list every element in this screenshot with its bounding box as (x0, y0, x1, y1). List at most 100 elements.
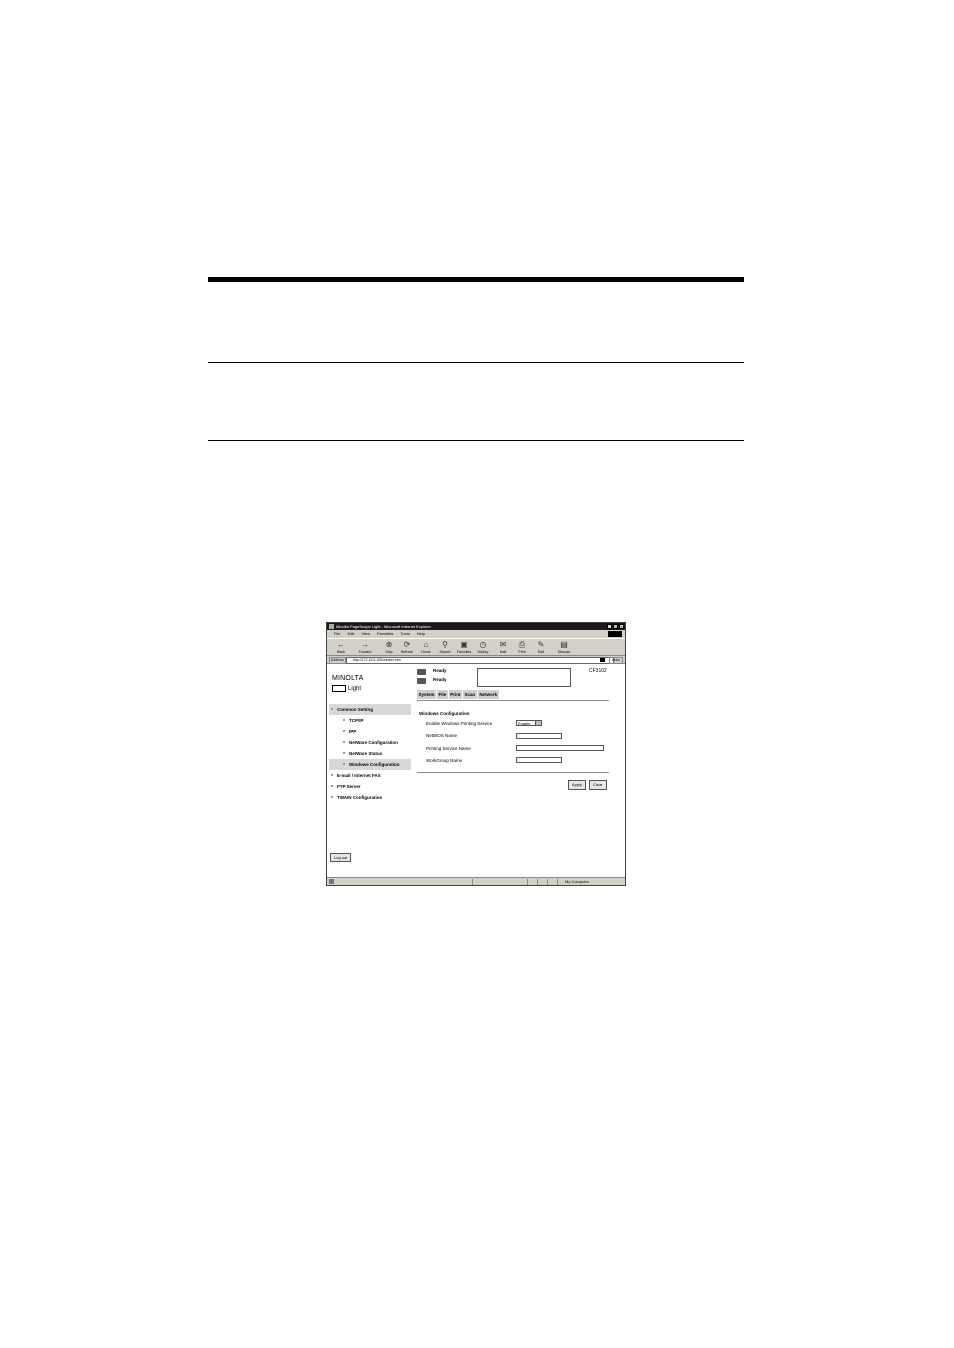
window-title: Minolta PageScope Light - Microsoft Inte… (336, 624, 431, 629)
menu-edit[interactable]: Edit (347, 631, 354, 636)
status-separator (472, 879, 473, 885)
status-separator (557, 879, 558, 885)
forward-arrow-icon: → (361, 640, 369, 649)
tab-divider (417, 700, 609, 701)
home-button[interactable]: ⌂ Home (418, 640, 434, 655)
bullet-icon (343, 752, 345, 754)
form-divider (417, 772, 609, 773)
nav-item-netware-configuration[interactable]: NetWare Configuration (329, 737, 411, 748)
header-rule-thick (208, 277, 744, 282)
menu-help[interactable]: Help (417, 631, 425, 636)
enable-service-label: Enable Windows Printing Service (426, 721, 493, 726)
stop-icon: ⊗ (385, 640, 393, 649)
nav-item-netware-status[interactable]: NetWare Status (329, 748, 411, 759)
tab-scan[interactable]: Scan (463, 690, 478, 699)
favorites-icon: ▣ (460, 640, 468, 649)
logout-button[interactable]: Log out (330, 853, 352, 862)
main-tabs: System File Print Scan Network (417, 690, 500, 699)
refresh-icon: ⟳ (403, 640, 411, 649)
nav-item-ipp[interactable]: IPP (329, 726, 411, 737)
printer-status-text: Ready (433, 668, 447, 673)
printer-icon: ⎙ (518, 640, 526, 649)
history-icon: ◷ (479, 640, 487, 649)
tab-system[interactable]: System (417, 690, 438, 699)
search-button[interactable]: ⚲ Search (437, 640, 453, 655)
edit-icon: ✎ (537, 640, 545, 649)
bullet-icon (343, 741, 345, 743)
workgroup-name-input[interactable] (516, 757, 562, 763)
windows-logo-icon (608, 631, 622, 637)
search-icon: ⚲ (442, 640, 448, 649)
menu-tools[interactable]: Tools (400, 631, 409, 636)
nav-item-email-internet-fax[interactable]: E-mail / Internet FAX (329, 770, 411, 781)
status-message-box (477, 668, 571, 687)
page-content: MINOLTA Light Common Setting TCP/IP IPP … (327, 664, 625, 877)
printing-service-name-input[interactable] (516, 745, 604, 751)
nav-item-twain-configuration[interactable]: TWAIN Configuration (329, 792, 411, 803)
side-navigation: Common Setting TCP/IP IPP NetWare Config… (329, 704, 411, 803)
minimize-icon[interactable]: _ (607, 624, 612, 629)
browser-toolbar: ← Back → Forward ⊗ Stop ⟳ Refresh ⌂ Home ⚲ Sea… (327, 638, 625, 656)
status-zone-text: My Computer (565, 879, 590, 884)
discuss-icon: ▤ (560, 640, 568, 649)
history-button[interactable]: ◷ History (475, 640, 491, 655)
printer-status-icon (417, 669, 426, 675)
tab-network[interactable]: Network (478, 690, 500, 699)
address-input[interactable]: http://172.16.8.100/windex.htm (346, 657, 614, 664)
mail-button[interactable]: ✉ Mail (495, 640, 511, 655)
browser-window-screenshot: Minolta PageScope Light - Microsoft Inte… (326, 622, 626, 886)
mail-icon: ✉ (499, 640, 507, 649)
title-bar: Minolta PageScope Light - Microsoft Inte… (327, 623, 625, 630)
model-name: CF3102 (589, 668, 607, 674)
back-arrow-icon: ← (337, 640, 345, 649)
netbios-name-label: NetBIOS Name (426, 733, 458, 738)
clear-button[interactable]: Clear (589, 780, 607, 790)
close-icon[interactable]: × (619, 624, 624, 629)
links-button[interactable]: Links (608, 657, 623, 664)
tab-file[interactable]: File (437, 690, 449, 699)
nav-item-windows-configuration[interactable]: Windows Configuration (329, 759, 411, 770)
print-button[interactable]: ⎙ Print (514, 640, 530, 655)
netbios-name-input[interactable] (516, 733, 562, 739)
enable-service-select[interactable]: Enable (516, 720, 542, 726)
pagescope-logo-icon (332, 685, 346, 692)
maximize-icon[interactable]: □ (613, 624, 618, 629)
favorites-button[interactable]: ▣ Favorites (456, 640, 472, 655)
scanner-status-text: Ready (433, 677, 447, 682)
menu-favorites[interactable]: Favorites (377, 631, 393, 636)
forward-button[interactable]: → Forward (357, 640, 373, 655)
address-label: Address (329, 657, 346, 664)
discuss-button[interactable]: ▤ Discuss (556, 640, 572, 655)
minolta-logo: MINOLTA (332, 675, 364, 682)
bullet-icon (331, 774, 333, 776)
nav-item-common-setting[interactable]: Common Setting (329, 704, 411, 715)
status-separator (537, 879, 538, 885)
stop-button[interactable]: ⊗ Stop (381, 640, 397, 655)
edit-button[interactable]: ✎ Edit (533, 640, 549, 655)
bullet-icon (331, 708, 333, 710)
ie-page-icon (329, 879, 334, 884)
printing-service-name-label: Printing Service Name (426, 746, 471, 751)
scanner-status-icon (417, 678, 426, 684)
menu-view[interactable]: View (361, 631, 370, 636)
nav-item-ftp-server[interactable]: FTP Server (329, 781, 411, 792)
workgroup-name-label: WorkGroup Name (426, 758, 463, 763)
header-rule-thin-top (208, 362, 744, 363)
address-dropdown-icon[interactable] (600, 658, 605, 662)
bullet-icon (343, 763, 345, 765)
section-title: Windows Configuration (419, 711, 470, 716)
tab-print[interactable]: Print (449, 690, 464, 699)
bullet-icon (331, 796, 333, 798)
back-button[interactable]: ← Back (333, 640, 349, 655)
bullet-icon (331, 785, 333, 787)
home-icon: ⌂ (423, 640, 429, 649)
menu-file[interactable]: File (334, 631, 340, 636)
chevron-down-icon (535, 721, 541, 725)
bullet-icon (343, 719, 345, 721)
refresh-button[interactable]: ⟳ Refresh (399, 640, 415, 655)
status-separator (547, 879, 548, 885)
nav-item-tcpip[interactable]: TCP/IP (329, 715, 411, 726)
menu-bar: File Edit View Favorites Tools Help (327, 630, 625, 638)
apply-button[interactable]: Apply (568, 780, 587, 790)
header-rule-thin-bottom (208, 440, 744, 441)
